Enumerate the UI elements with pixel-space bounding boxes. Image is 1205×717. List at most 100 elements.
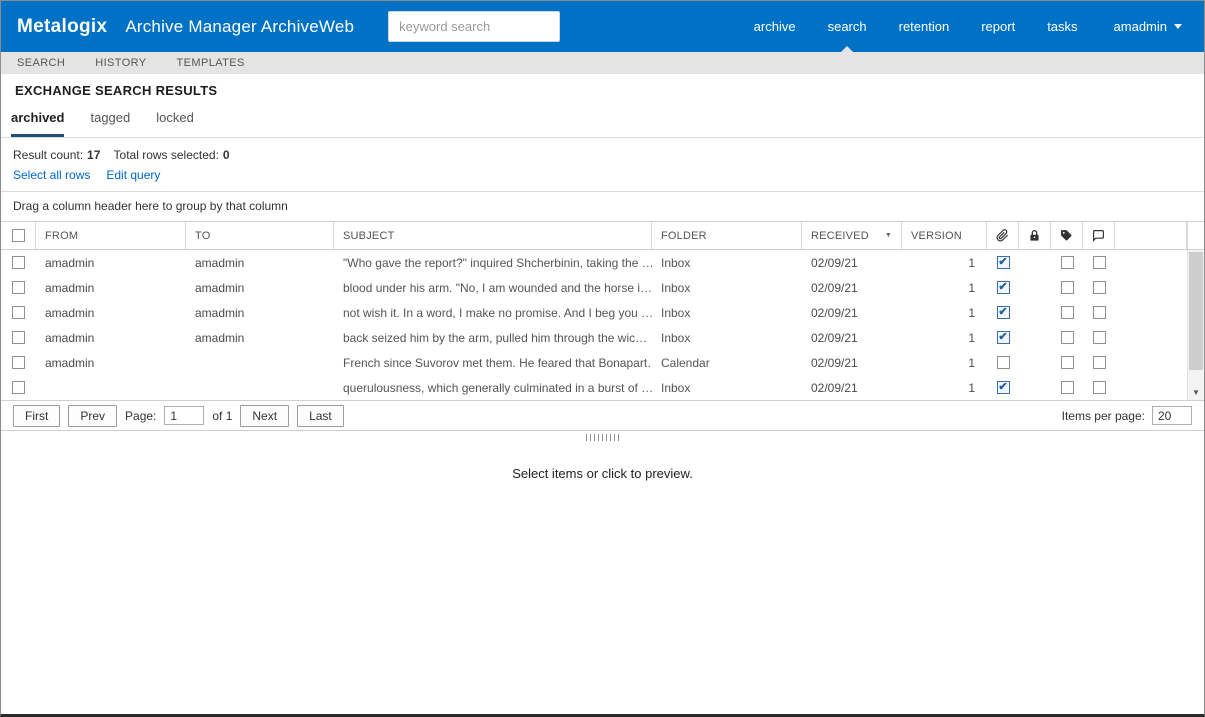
select-all-checkbox[interactable]: [11, 229, 25, 242]
row-checkbox[interactable]: [12, 381, 25, 394]
column-header-from[interactable]: FROM: [36, 222, 186, 249]
cell-subject: querulousness, which generally culminate…: [343, 380, 652, 395]
attachment-checkbox[interactable]: [996, 281, 1010, 294]
tagged-checkbox[interactable]: [1060, 356, 1074, 369]
cell-from: amadmin: [45, 280, 95, 295]
row-select-cell: [1, 306, 36, 319]
first-page-button[interactable]: First: [13, 404, 61, 427]
cell-tagged: [1051, 256, 1083, 269]
top-bar: Metalogix Archive Manager ArchiveWeb arc…: [1, 1, 1204, 52]
cell-version: 1: [968, 380, 975, 395]
result-count-label: Result count:: [13, 148, 84, 162]
user-menu[interactable]: amadmin: [1094, 1, 1188, 52]
next-page-button[interactable]: Next: [240, 404, 290, 427]
result-count-value: 17: [87, 148, 101, 162]
received-filter-dropdown-icon[interactable]: ▼: [879, 232, 892, 239]
table-row[interactable]: amadmin amadmin back seized him by the arm…: [1, 325, 1204, 350]
cell-attachment: [987, 306, 1019, 319]
attachment-checkbox[interactable]: [996, 256, 1010, 269]
table-body: amadmin amadmin "Who gave the report?" inq…: [1, 250, 1204, 400]
tagged-checkbox[interactable]: [1060, 331, 1074, 344]
subnav-item-history[interactable]: HISTORY: [95, 57, 146, 69]
scrollbar-down-arrow[interactable]: ▼: [1188, 385, 1204, 400]
table-row[interactable]: amadmin amadmin not wish it. In a word, I …: [1, 300, 1204, 325]
comment-checkbox[interactable]: [1092, 281, 1106, 294]
cell-comment: [1083, 331, 1115, 344]
cell-from: amadmin: [45, 255, 95, 270]
table-row[interactable]: querulousness, which generally culminate…: [1, 375, 1204, 400]
column-header-version[interactable]: VERSION: [902, 222, 987, 249]
column-header-to[interactable]: TO: [186, 222, 334, 249]
table-row[interactable]: amadmin amadmin "Who gave the report?" inq…: [1, 250, 1204, 275]
cell-version: 1: [968, 330, 975, 345]
cell-tagged: [1051, 331, 1083, 344]
items-per-page-input[interactable]: [1152, 406, 1192, 425]
cell-to: amadmin: [195, 330, 245, 345]
cell-to: amadmin: [195, 280, 245, 295]
tagged-checkbox[interactable]: [1060, 381, 1074, 394]
tagged-checkbox[interactable]: [1060, 306, 1074, 319]
comment-checkbox[interactable]: [1092, 356, 1106, 369]
row-checkbox[interactable]: [12, 356, 25, 369]
cell-tagged: [1051, 381, 1083, 394]
comment-checkbox[interactable]: [1092, 331, 1106, 344]
cell-from: amadmin: [45, 305, 95, 320]
scrollbar-thumb[interactable]: [1189, 252, 1203, 370]
subnav-item-templates[interactable]: TEMPLATES: [177, 57, 245, 69]
subnav-item-search[interactable]: SEARCH: [17, 57, 65, 69]
cell-tagged: [1051, 356, 1083, 369]
nav-item-search[interactable]: search: [812, 1, 883, 52]
row-checkbox[interactable]: [12, 281, 25, 294]
app-title: Archive Manager ArchiveWeb: [125, 16, 355, 36]
nav-item-retention[interactable]: retention: [883, 1, 966, 52]
row-checkbox[interactable]: [12, 256, 25, 269]
nav-item-archive[interactable]: archive: [738, 1, 812, 52]
cell-attachment: [987, 331, 1019, 344]
select-all-rows-link[interactable]: Select all rows: [13, 168, 90, 182]
page-number-input[interactable]: [164, 406, 205, 425]
table-row[interactable]: amadmin French since Suvorov met them. He…: [1, 350, 1204, 375]
column-header-attachment[interactable]: [987, 222, 1019, 249]
prev-page-button[interactable]: Prev: [68, 404, 118, 427]
column-header-tagged[interactable]: [1051, 222, 1083, 249]
cell-subject: not wish it. In a word, I make no promis…: [343, 305, 652, 320]
group-by-bar[interactable]: Drag a column header here to group by th…: [1, 192, 1204, 222]
column-header-subject[interactable]: SUBJECT: [334, 222, 652, 249]
cell-to: amadmin: [195, 255, 245, 270]
tab-locked[interactable]: locked: [156, 110, 194, 137]
column-header-folder[interactable]: FOLDER: [652, 222, 802, 249]
cell-received: 02/09/21: [811, 255, 858, 270]
paperclip-icon: [996, 229, 1009, 242]
column-header-received[interactable]: RECEIVED ▼: [802, 222, 902, 249]
vertical-scrollbar[interactable]: ▼: [1187, 250, 1204, 400]
cell-folder: Inbox: [661, 280, 691, 295]
column-header-locked[interactable]: [1019, 222, 1051, 249]
preview-pane: Select items or click to preview.: [1, 444, 1204, 714]
rows-selected-label: Total rows selected:: [113, 148, 219, 162]
tagged-checkbox[interactable]: [1060, 256, 1074, 269]
last-page-button[interactable]: Last: [297, 404, 344, 427]
cell-received: 02/09/21: [811, 305, 858, 320]
attachment-checkbox[interactable]: [996, 331, 1010, 344]
cell-tagged: [1051, 281, 1083, 294]
keyword-search-input[interactable]: [388, 11, 561, 42]
select-all-checkbox-cell: [1, 222, 36, 249]
attachment-checkbox[interactable]: [996, 356, 1010, 369]
comment-checkbox[interactable]: [1092, 381, 1106, 394]
comment-checkbox[interactable]: [1092, 256, 1106, 269]
tab-archived[interactable]: archived: [11, 110, 65, 137]
attachment-checkbox[interactable]: [996, 381, 1010, 394]
edit-query-link[interactable]: Edit query: [106, 168, 160, 182]
table-row[interactable]: amadmin amadmin blood under his arm. "No, …: [1, 275, 1204, 300]
splitter-handle[interactable]: [585, 434, 620, 441]
attachment-checkbox[interactable]: [996, 306, 1010, 319]
comment-checkbox[interactable]: [1092, 306, 1106, 319]
metalogix-logo: Metalogix: [17, 15, 108, 37]
tagged-checkbox[interactable]: [1060, 281, 1074, 294]
row-checkbox[interactable]: [12, 331, 25, 344]
nav-item-tasks[interactable]: tasks: [1031, 1, 1093, 52]
column-header-comment[interactable]: [1083, 222, 1115, 249]
tab-tagged[interactable]: tagged: [90, 110, 130, 137]
row-checkbox[interactable]: [12, 306, 25, 319]
nav-item-report[interactable]: report: [965, 1, 1031, 52]
